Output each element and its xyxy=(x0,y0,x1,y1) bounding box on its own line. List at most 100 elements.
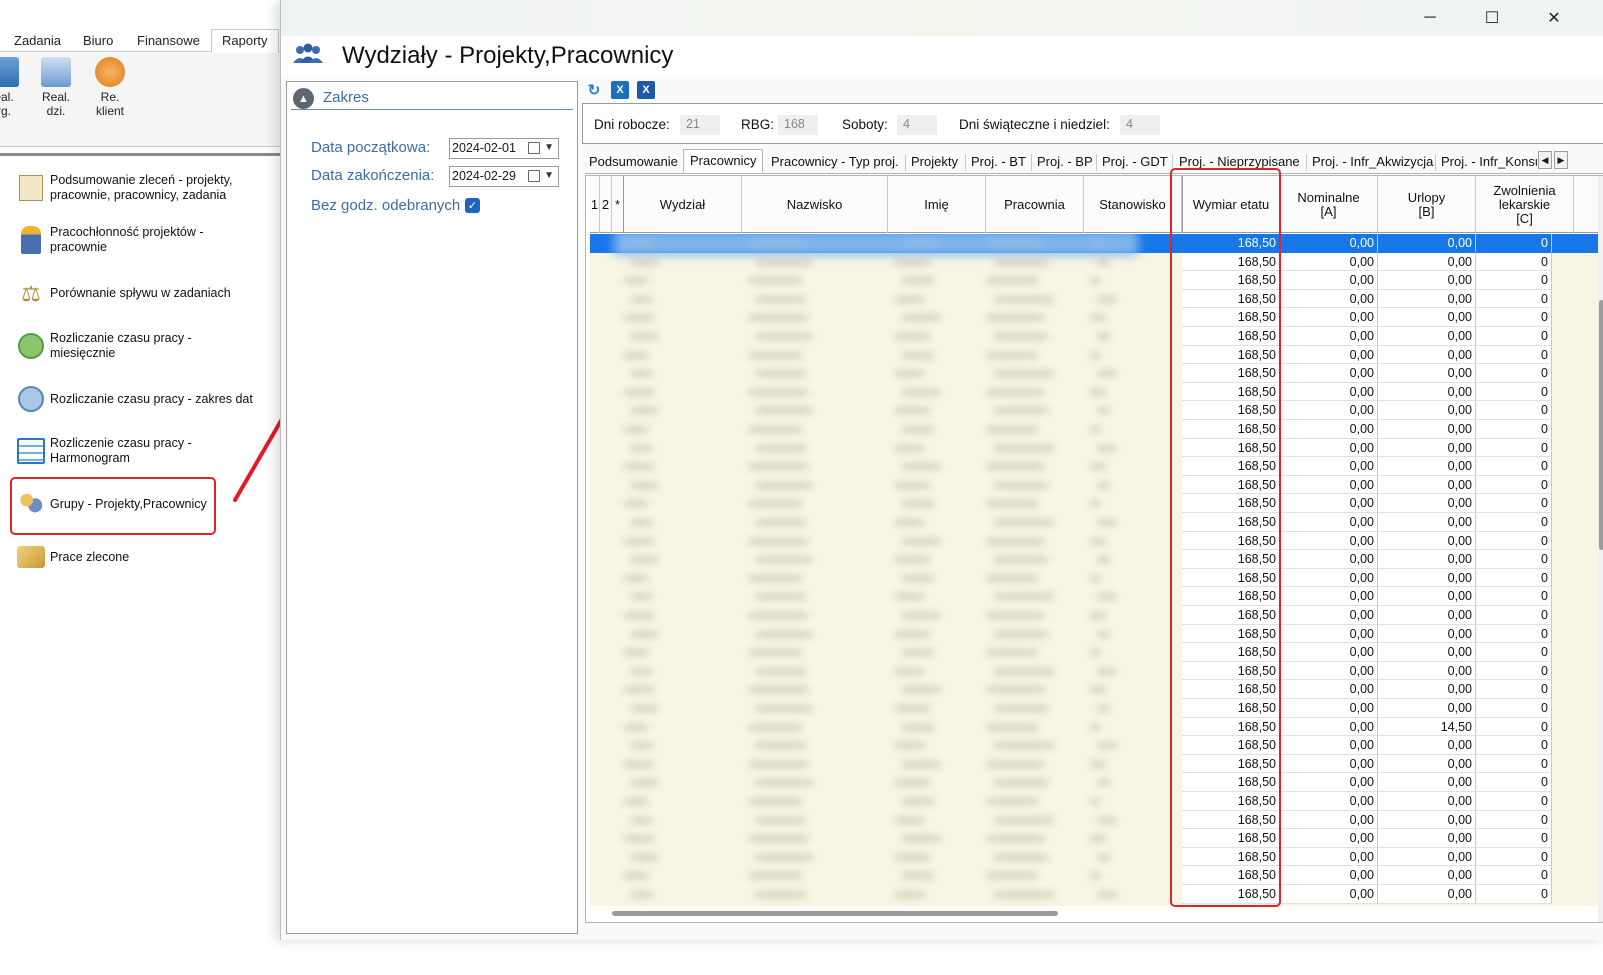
cell-nominalne[interactable]: 0,00 xyxy=(1280,494,1378,513)
cell-nominalne[interactable]: 0,00 xyxy=(1280,550,1378,569)
cell-nominalne[interactable]: 0,00 xyxy=(1280,475,1378,495)
cell-zwolnienia[interactable]: 0 xyxy=(1476,271,1552,290)
cell-urlopy[interactable]: 0,00 xyxy=(1378,234,1476,253)
cell-nominalne[interactable]: 0,00 xyxy=(1280,717,1378,737)
cell-nominalne[interactable]: 0,00 xyxy=(1280,252,1378,272)
horizontal-scrollbar[interactable] xyxy=(606,910,1596,917)
table-row[interactable]: 168,50 0,00 0,00 0 xyxy=(590,438,1600,458)
date-from-field[interactable]: 2024-02-01 ▼ xyxy=(449,138,559,159)
cell-urlopy[interactable]: 0,00 xyxy=(1378,661,1476,681)
cell-nominalne[interactable]: 0,00 xyxy=(1280,699,1378,718)
table-row[interactable]: 168,50 0,00 0,00 0 xyxy=(590,792,1600,811)
table-row[interactable]: 168,50 0,00 0,00 0 xyxy=(590,252,1600,272)
cell-zwolnienia[interactable]: 0 xyxy=(1476,345,1552,365)
minimize-button[interactable]: ─ xyxy=(1407,6,1453,30)
table-row[interactable]: 168,50 0,00 0,00 0 xyxy=(590,513,1600,532)
cell-urlopy[interactable]: 0,00 xyxy=(1378,829,1476,848)
cell-nominalne[interactable]: 0,00 xyxy=(1280,308,1378,327)
cell-urlopy[interactable]: 0,00 xyxy=(1378,457,1476,476)
tab-pracownicy-typ-proj[interactable]: Pracownicy - Typ proj. xyxy=(771,153,899,173)
cell-nominalne[interactable]: 0,00 xyxy=(1280,271,1378,290)
cell-nominalne[interactable]: 0,00 xyxy=(1280,885,1378,904)
cell-zwolnienia[interactable]: 0 xyxy=(1476,438,1552,458)
chevron-down-icon[interactable]: ▼ xyxy=(544,142,554,153)
tab-podsumowanie[interactable]: Podsumowanie xyxy=(589,153,678,173)
table-row[interactable]: 168,50 0,00 0,00 0 xyxy=(590,550,1600,569)
col-header-urlopy[interactable]: Urlopy [B] xyxy=(1378,176,1476,233)
chevron-up-icon[interactable]: ▲ xyxy=(293,88,314,109)
tab-projekty[interactable]: Projekty xyxy=(911,153,958,173)
report-podsumowanie-zlecen[interactable]: Podsumowanie zleceń - projekty, pracownie… xyxy=(16,170,286,206)
cell-zwolnienia[interactable]: 0 xyxy=(1476,531,1552,551)
cell-zwolnienia[interactable]: 0 xyxy=(1476,643,1552,662)
cell-urlopy[interactable]: 0,00 xyxy=(1378,382,1476,402)
col-header-stanowisko[interactable]: Stanowisko xyxy=(1084,176,1182,233)
tab-proj-infr-konsu[interactable]: Proj. - Infr_Konsu xyxy=(1441,153,1537,173)
cell-zwolnienia[interactable]: 0 xyxy=(1476,568,1552,588)
table-row[interactable]: 168,50 0,00 0,00 0 xyxy=(590,568,1600,588)
tab-proj-bp[interactable]: Proj. - BP xyxy=(1037,153,1093,173)
cell-zwolnienia[interactable]: 0 xyxy=(1476,699,1552,718)
cell-zwolnienia[interactable]: 0 xyxy=(1476,364,1552,383)
table-row[interactable]: 168,50 0,00 0,00 0 xyxy=(590,773,1600,792)
cell-urlopy[interactable]: 0,00 xyxy=(1378,736,1476,755)
cell-zwolnienia[interactable]: 0 xyxy=(1476,792,1552,811)
cell-nominalne[interactable]: 0,00 xyxy=(1280,810,1378,830)
table-row[interactable]: 168,50 0,00 0,00 0 xyxy=(590,885,1600,904)
table-row[interactable]: 168,50 0,00 0,00 0 xyxy=(590,606,1600,625)
cell-zwolnienia[interactable]: 0 xyxy=(1476,661,1552,681)
table-row[interactable]: 168,50 0,00 0,00 0 xyxy=(590,475,1600,495)
table-row[interactable]: 168,50 0,00 0,00 0 xyxy=(590,420,1600,439)
table-row[interactable]: 168,50 0,00 0,00 0 xyxy=(590,587,1600,606)
bez-godz-checkbox[interactable]: ✓ xyxy=(465,198,480,213)
cell-urlopy[interactable]: 0,00 xyxy=(1378,866,1476,885)
col-header-wydzial[interactable]: Wydział xyxy=(624,176,742,233)
cell-nominalne[interactable]: 0,00 xyxy=(1280,847,1378,867)
cell-zwolnienia[interactable]: 0 xyxy=(1476,829,1552,848)
col-header-1[interactable]: 1 xyxy=(590,176,600,233)
table-row[interactable]: 168,50 0,00 0,00 0 xyxy=(590,531,1600,551)
cell-urlopy[interactable]: 0,00 xyxy=(1378,513,1476,532)
vertical-scrollbar[interactable] xyxy=(1598,176,1603,922)
cell-zwolnienia[interactable]: 0 xyxy=(1476,680,1552,699)
col-header-pracownia[interactable]: Pracownia xyxy=(986,176,1084,233)
tab-pracownicy[interactable]: Pracownicy xyxy=(683,149,764,173)
cell-nominalne[interactable]: 0,00 xyxy=(1280,680,1378,699)
chevron-down-icon[interactable]: ▼ xyxy=(544,170,554,181)
cell-urlopy[interactable]: 0,00 xyxy=(1378,401,1476,420)
cell-nominalne[interactable]: 0,00 xyxy=(1280,327,1378,346)
cell-urlopy[interactable]: 0,00 xyxy=(1378,438,1476,458)
cell-urlopy[interactable]: 0,00 xyxy=(1378,327,1476,346)
col-header-nazwisko[interactable]: Nazwisko xyxy=(742,176,888,233)
tab-proj-bt[interactable]: Proj. - BT xyxy=(971,153,1026,173)
col-header-nominalne[interactable]: Nominalne [A] xyxy=(1280,176,1378,233)
cell-zwolnienia[interactable]: 0 xyxy=(1476,382,1552,402)
cell-urlopy[interactable]: 0,00 xyxy=(1378,289,1476,309)
cell-zwolnienia[interactable]: 0 xyxy=(1476,289,1552,309)
cell-zwolnienia[interactable]: 0 xyxy=(1476,587,1552,606)
col-header-zwolnienia[interactable]: Zwolnienia lekarskie [C] xyxy=(1476,176,1574,233)
cell-urlopy[interactable]: 0,00 xyxy=(1378,252,1476,272)
cell-zwolnienia[interactable]: 0 xyxy=(1476,494,1552,513)
report-prace-zlecone[interactable]: Prace zlecone xyxy=(16,539,286,575)
cell-urlopy[interactable]: 0,00 xyxy=(1378,271,1476,290)
export-excel-alt-icon[interactable]: X xyxy=(637,81,655,99)
table-row[interactable]: 168,50 0,00 0,00 0 xyxy=(590,754,1600,774)
cell-zwolnienia[interactable]: 0 xyxy=(1476,754,1552,774)
cell-nominalne[interactable]: 0,00 xyxy=(1280,234,1378,253)
cell-nominalne[interactable]: 0,00 xyxy=(1280,754,1378,774)
table-row[interactable]: 168,50 0,00 0,00 0 xyxy=(590,829,1600,848)
cell-nominalne[interactable]: 0,00 xyxy=(1280,364,1378,383)
tab-proj-gdt[interactable]: Proj. - GDT xyxy=(1102,153,1168,173)
cell-zwolnienia[interactable]: 0 xyxy=(1476,866,1552,885)
cell-nominalne[interactable]: 0,00 xyxy=(1280,382,1378,402)
table-row[interactable]: 168,50 0,00 0,00 0 xyxy=(590,271,1600,290)
date-to-field[interactable]: 2024-02-29 ▼ xyxy=(449,166,559,187)
table-row[interactable]: 168,50 0,00 0,00 0 xyxy=(590,382,1600,402)
ribbon-btn-re-klient[interactable]: Re. klient xyxy=(88,57,132,118)
export-excel-icon[interactable]: X xyxy=(611,81,629,99)
table-row[interactable]: 168,50 0,00 14,50 0 xyxy=(590,717,1600,737)
cell-urlopy[interactable]: 0,00 xyxy=(1378,699,1476,718)
cell-zwolnienia[interactable]: 0 xyxy=(1476,550,1552,569)
cell-urlopy[interactable]: 0,00 xyxy=(1378,643,1476,662)
